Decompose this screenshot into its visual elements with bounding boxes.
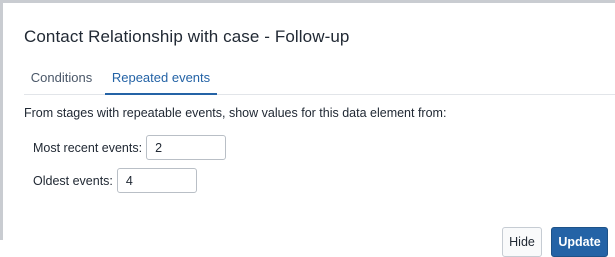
repeated-events-dialog: Contact Relationship with case - Follow-…	[0, 0, 615, 240]
oldest-events-input[interactable]	[116, 168, 197, 193]
most-recent-events-input[interactable]	[146, 135, 227, 160]
tab-bar: Conditions Repeated events	[24, 63, 615, 95]
tab-conditions[interactable]: Conditions	[24, 63, 99, 95]
hide-button[interactable]: Hide	[502, 227, 542, 257]
description-text: From stages with repeatable events, show…	[24, 106, 447, 120]
tab-repeated-events[interactable]: Repeated events	[105, 63, 217, 95]
update-button[interactable]: Update	[551, 227, 608, 257]
oldest-events-label: Oldest events:	[33, 173, 113, 188]
most-recent-events-row: Most recent events:	[33, 135, 227, 160]
dialog-title: Contact Relationship with case - Follow-…	[24, 27, 350, 46]
most-recent-events-label: Most recent events:	[33, 140, 143, 155]
oldest-events-row: Oldest events:	[33, 168, 197, 193]
